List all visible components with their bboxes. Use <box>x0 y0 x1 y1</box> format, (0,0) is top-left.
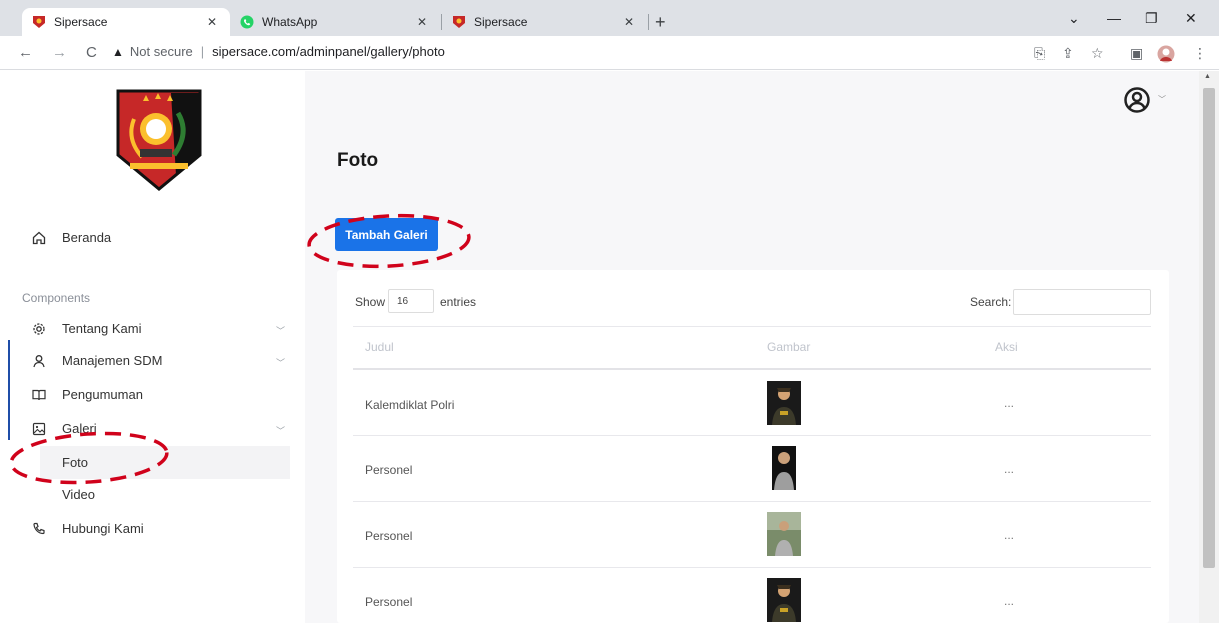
forward-icon[interactable]: → <box>52 44 67 61</box>
show-label: Show <box>355 295 386 309</box>
tab-title: Sipersace <box>474 15 528 29</box>
sidebar-item-galeri[interactable]: Galeri <box>32 421 97 436</box>
row-actions-menu[interactable]: ... <box>1004 396 1014 410</box>
entries-count-input[interactable] <box>388 289 434 313</box>
column-header-gambar[interactable]: Gambar <box>767 340 810 354</box>
new-tab-button[interactable]: + <box>655 12 666 33</box>
sidebar-item-hubungi-kami[interactable]: Hubungi Kami <box>32 521 144 536</box>
phone-icon <box>32 522 46 536</box>
row-actions-menu[interactable]: ... <box>1004 528 1014 542</box>
sidebar-item-label: Tentang Kami <box>62 321 142 336</box>
reload-icon[interactable]: C <box>86 44 97 61</box>
translate-icon[interactable]: ⎘ <box>1034 45 1045 62</box>
search-label: Search: <box>970 295 1012 309</box>
scroll-up-arrow[interactable]: ▲ <box>1204 73 1211 80</box>
data-table-card <box>337 270 1169 623</box>
restore-button[interactable]: ❐ <box>1145 10 1158 27</box>
tab-title: WhatsApp <box>262 15 318 29</box>
row-thumbnail[interactable] <box>767 446 801 490</box>
profile-avatar[interactable] <box>1157 45 1175 66</box>
sidebar-section-label: Components <box>22 291 91 305</box>
shield-icon <box>32 15 46 29</box>
sidebar-item-manajemen-sdm[interactable]: Manajemen SDM <box>32 353 162 368</box>
page-title: Foto <box>337 150 379 171</box>
tab-search-icon[interactable]: ⌄ <box>1068 10 1080 27</box>
table-row-divider <box>353 567 1151 568</box>
sidebar-item-label: Galeri <box>62 421 97 436</box>
chevron-down-icon[interactable]: ﹀ <box>276 424 285 437</box>
home-icon <box>32 231 46 245</box>
scrollbar-thumb[interactable] <box>1203 88 1215 568</box>
browser-tab-sipersace[interactable]: Sipersace ✕ <box>22 8 230 36</box>
security-label: Not secure <box>129 44 193 59</box>
whatsapp-icon <box>240 15 254 29</box>
add-gallery-button[interactable]: Tambah Galeri <box>335 218 438 251</box>
chevron-down-icon[interactable]: ﹀ <box>1158 94 1166 105</box>
browser-toolbar: ← → C ▲ Not secure | sipersace.com/admin… <box>0 36 1219 70</box>
tab-separator <box>648 14 649 30</box>
row-thumbnail[interactable] <box>767 578 801 622</box>
sidebar-item-label: Hubungi Kami <box>62 521 144 536</box>
table-cell-judul: Personel <box>365 529 413 543</box>
address-bar[interactable]: ▲ Not secure | sipersace.com/adminpanel/… <box>112 44 445 59</box>
close-icon[interactable]: ✕ <box>204 15 220 29</box>
column-header-aksi[interactable]: Aksi <box>995 340 1018 354</box>
minimize-button[interactable]: — <box>1107 10 1121 26</box>
sidebar-item-label: Manajemen SDM <box>62 353 163 368</box>
table-cell-judul: Personel <box>365 463 413 477</box>
row-actions-menu[interactable]: ... <box>1004 462 1014 476</box>
site-logo <box>116 89 202 193</box>
row-thumbnail[interactable] <box>767 512 801 556</box>
sidebar-item-pengumuman[interactable]: Pengumuman <box>32 387 143 402</box>
row-actions-menu[interactable]: ... <box>1004 594 1014 608</box>
tab-title: Sipersace <box>54 15 108 29</box>
table-row-divider <box>353 435 1151 436</box>
share-icon[interactable]: ⇪ <box>1062 45 1074 62</box>
gear-icon <box>32 322 46 336</box>
sidebar-item-label: Pengumuman <box>62 387 143 402</box>
search-input[interactable] <box>1013 289 1151 315</box>
sidebar-item-tentang-kami[interactable]: Tentang Kami <box>32 321 142 336</box>
table-cell-judul: Personel <box>365 595 413 609</box>
entries-label: entries <box>440 295 477 309</box>
close-icon[interactable]: ✕ <box>621 15 637 29</box>
bookmark-star-icon[interactable]: ☆ <box>1091 45 1104 62</box>
sidebar: Beranda Components Tentang Kami ﹀ Manaje… <box>0 71 305 623</box>
book-icon <box>32 388 46 402</box>
warning-icon: ▲ <box>112 44 124 59</box>
side-panel-icon[interactable]: ▣ <box>1130 45 1143 62</box>
sidebar-subitem-foto[interactable]: Foto <box>62 455 88 470</box>
table-header-border <box>353 368 1151 370</box>
omnibox-divider: | <box>200 44 205 59</box>
chevron-down-icon[interactable]: ﹀ <box>276 356 285 369</box>
active-section-indicator <box>8 340 10 440</box>
browser-tab-sipersace-2[interactable]: Sipersace ✕ <box>442 8 647 36</box>
image-icon <box>32 422 46 436</box>
browser-tab-whatsapp[interactable]: WhatsApp ✕ <box>230 8 440 36</box>
close-window-button[interactable]: ✕ <box>1185 10 1197 27</box>
sidebar-item-label: Beranda <box>62 230 112 245</box>
shield-icon <box>452 15 466 29</box>
user-account-icon[interactable] <box>1124 87 1150 113</box>
browser-tab-bar: Sipersace ✕ WhatsApp ✕ Sipersace ✕ + ⌄ —… <box>0 0 1219 36</box>
column-header-judul[interactable]: Judul <box>365 340 394 354</box>
table-cell-judul: Kalemdiklat Polri <box>365 398 455 412</box>
close-icon[interactable]: ✕ <box>414 15 430 29</box>
chevron-down-icon[interactable]: ﹀ <box>276 324 285 337</box>
row-thumbnail[interactable] <box>767 381 801 425</box>
table-divider <box>353 326 1151 327</box>
sidebar-subitem-video[interactable]: Video <box>62 487 95 502</box>
sidebar-item-beranda[interactable]: Beranda <box>32 230 111 245</box>
table-row-divider <box>353 501 1151 502</box>
user-icon <box>32 354 46 368</box>
url-text: sipersace.com/adminpanel/gallery/photo <box>212 44 445 59</box>
back-icon[interactable]: ← <box>18 44 33 61</box>
menu-icon[interactable]: ⋮ <box>1193 45 1207 62</box>
